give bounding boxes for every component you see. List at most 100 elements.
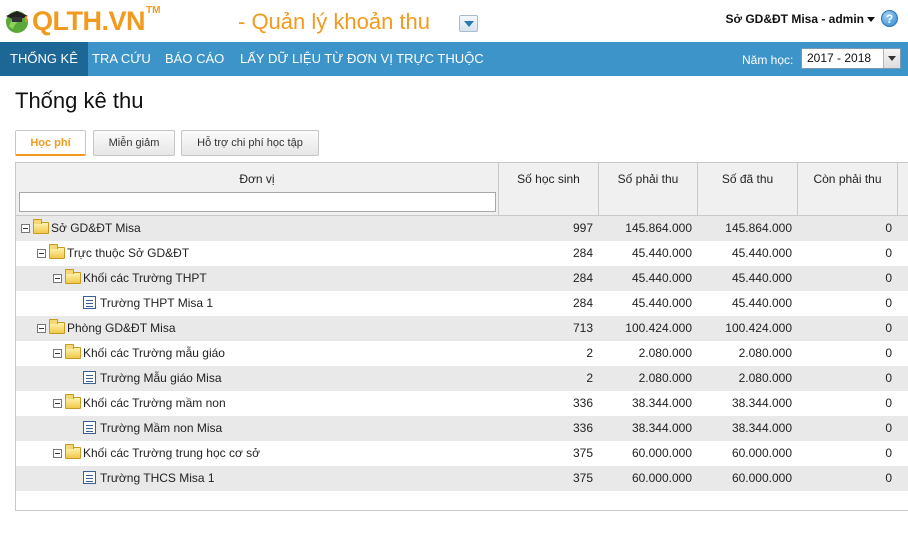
unit-name: Khối các Trường THPT xyxy=(83,271,207,285)
folder-icon xyxy=(49,244,65,259)
amount-paid: 38.344.000 xyxy=(731,421,792,435)
tab-ho-tro-chi-phi[interactable]: Hỗ trợ chi phí học tập xyxy=(181,130,319,156)
amount-remaining: 0 xyxy=(885,471,892,485)
table-row[interactable]: Trường THPT Misa 1 284 45.440.000 45.440… xyxy=(16,291,908,316)
unit-name: Khối các Trường mẫu giáo xyxy=(83,346,225,360)
user-menu[interactable]: Sở GD&ĐT Misa - admin xyxy=(725,12,875,26)
amount-paid: 60.000.000 xyxy=(731,446,792,460)
students-count: 2 xyxy=(586,371,593,385)
amount-remaining: 0 xyxy=(885,371,892,385)
unit-name: Trực thuộc Sở GD&ĐT xyxy=(67,246,190,260)
graduation-cap-logo-icon xyxy=(6,11,28,33)
amount-paid: 2.080.000 xyxy=(738,346,792,360)
folder-icon xyxy=(65,394,81,409)
logo-trademark: TM xyxy=(146,4,161,16)
tab-mien-giam[interactable]: Miễn giảm xyxy=(93,130,175,156)
help-icon[interactable]: ? xyxy=(881,10,898,27)
column-header-so-phai-thu[interactable]: Số phải thu xyxy=(599,163,698,215)
unit-name: Trường THCS Misa 1 xyxy=(100,471,215,485)
school-year-value: 2017 - 2018 xyxy=(807,51,872,65)
collapse-icon[interactable] xyxy=(37,249,46,258)
collapse-icon[interactable] xyxy=(53,274,62,283)
document-icon xyxy=(83,421,96,434)
app-title: - Quản lý khoản thu xyxy=(238,9,431,34)
app-switcher-dropdown-button[interactable] xyxy=(459,15,478,32)
amount-paid: 60.000.000 xyxy=(731,471,792,485)
column-header-so-hoc-sinh[interactable]: Số học sinh xyxy=(499,163,599,215)
grid-header: Đơn vị Số học sinh Số phải thu Số đã thu… xyxy=(16,163,908,216)
table-row[interactable]: Khối các Trường trung học cơ sở 375 60.0… xyxy=(16,441,908,466)
amount-remaining: 0 xyxy=(885,446,892,460)
unit-name: Khối các Trường mầm non xyxy=(83,396,226,410)
nav-item-lay-du-lieu[interactable]: LẤY DỮ LIỆU TỪ ĐƠN VỊ TRỰC THUỘC xyxy=(230,42,494,76)
students-count: 375 xyxy=(572,471,593,485)
unit-name: Khối các Trường trung học cơ sở xyxy=(83,446,261,460)
unit-name: Phòng GD&ĐT Misa xyxy=(67,321,176,335)
amount-remaining: 0 xyxy=(885,246,892,260)
caret-down-icon xyxy=(867,17,875,23)
students-count: 336 xyxy=(572,396,593,410)
amount-due: 2.080.000 xyxy=(638,371,692,385)
amount-due: 100.424.000 xyxy=(625,321,692,335)
column-label: Số học sinh xyxy=(517,172,580,186)
folder-icon xyxy=(65,269,81,284)
students-count: 284 xyxy=(572,246,593,260)
amount-remaining: 0 xyxy=(885,271,892,285)
collapse-icon[interactable] xyxy=(53,349,62,358)
unit-filter-input[interactable] xyxy=(19,192,496,212)
amount-remaining: 0 xyxy=(885,296,892,310)
table-row[interactable]: Khối các Trường mầm non 336 38.344.000 3… xyxy=(16,391,908,416)
table-row[interactable]: Sở GD&ĐT Misa 997 145.864.000 145.864.00… xyxy=(16,216,908,241)
column-header-con-phai-thu[interactable]: Còn phải thu xyxy=(798,163,898,215)
folder-icon xyxy=(65,344,81,359)
column-label: Số phải thu xyxy=(617,172,679,186)
collapse-icon[interactable] xyxy=(53,399,62,408)
nav-item-bao-cao[interactable]: BÁO CÁO xyxy=(155,42,234,76)
logo[interactable]: QLTH.VN TM xyxy=(4,4,160,38)
collapse-icon[interactable] xyxy=(37,324,46,333)
logo-text: QLTH.VN xyxy=(32,5,146,36)
amount-paid: 45.440.000 xyxy=(731,296,792,310)
amount-due: 60.000.000 xyxy=(631,446,692,460)
nav-item-thong-ke[interactable]: THỐNG KÊ xyxy=(0,42,88,76)
table-row[interactable]: Trường THCS Misa 1 375 60.000.000 60.000… xyxy=(16,466,908,491)
amount-due: 45.440.000 xyxy=(631,246,692,260)
amount-paid: 45.440.000 xyxy=(731,246,792,260)
table-row[interactable]: Trường Mầm non Misa 336 38.344.000 38.34… xyxy=(16,416,908,441)
amount-paid: 100.424.000 xyxy=(725,321,792,335)
amount-remaining: 0 xyxy=(885,396,892,410)
students-count: 284 xyxy=(572,296,593,310)
table-row[interactable]: Khối các Trường mẫu giáo 2 2.080.000 2.0… xyxy=(16,341,908,366)
app-header: QLTH.VN TM - Quản lý khoản thu Sở GD&ĐT … xyxy=(0,0,908,42)
amount-due: 45.440.000 xyxy=(631,296,692,310)
amount-paid: 2.080.000 xyxy=(738,371,792,385)
chevron-down-icon[interactable] xyxy=(883,49,900,68)
year-label: Năm học: xyxy=(742,53,794,67)
table-row[interactable]: Trường Mẫu giáo Misa 2 2.080.000 2.080.0… xyxy=(16,366,908,391)
unit-name: Trường Mầm non Misa xyxy=(100,421,223,435)
amount-remaining: 0 xyxy=(885,346,892,360)
column-header-so-da-thu[interactable]: Số đã thu xyxy=(698,163,798,215)
amount-due: 38.344.000 xyxy=(631,421,692,435)
collapse-icon[interactable] xyxy=(21,224,30,233)
main-nav: THỐNG KÊ TRA CỨU BÁO CÁO LẤY DỮ LIỆU TỪ … xyxy=(0,42,908,76)
students-count: 2 xyxy=(586,346,593,360)
amount-remaining: 0 xyxy=(885,321,892,335)
table-row[interactable]: Khối các Trường THPT 284 45.440.000 45.4… xyxy=(16,266,908,291)
students-count: 997 xyxy=(572,221,593,235)
amount-due: 60.000.000 xyxy=(631,471,692,485)
school-year-select[interactable]: 2017 - 2018 xyxy=(801,48,901,69)
amount-due: 38.344.000 xyxy=(631,396,692,410)
students-count: 284 xyxy=(572,271,593,285)
document-icon xyxy=(83,371,96,384)
table-row[interactable]: Phòng GD&ĐT Misa 713 100.424.000 100.424… xyxy=(16,316,908,341)
collapse-icon[interactable] xyxy=(53,449,62,458)
amount-due: 45.440.000 xyxy=(631,271,692,285)
nav-item-tra-cuu[interactable]: TRA CỨU xyxy=(82,42,161,76)
unit-name: Trường THPT Misa 1 xyxy=(100,296,214,310)
table-row[interactable]: Trực thuộc Sở GD&ĐT 284 45.440.000 45.44… xyxy=(16,241,908,266)
document-icon xyxy=(83,296,96,309)
tab-hoc-phi[interactable]: Học phí xyxy=(15,130,86,156)
column-label: Đơn vị xyxy=(239,172,275,186)
amount-remaining: 0 xyxy=(885,421,892,435)
